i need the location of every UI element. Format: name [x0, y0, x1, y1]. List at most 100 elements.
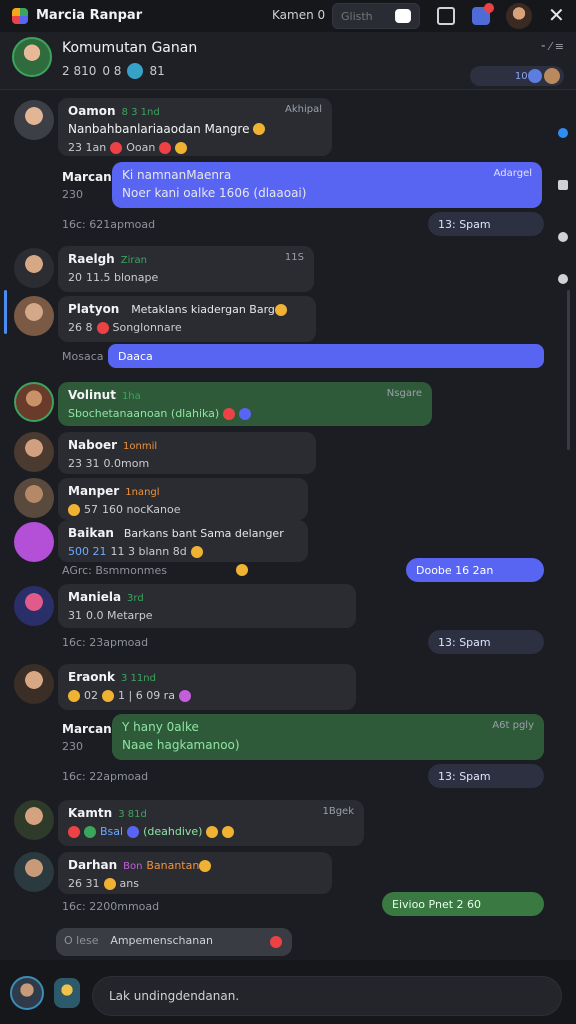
avatar[interactable]	[14, 382, 54, 422]
author-tag: 1onmil	[123, 441, 158, 452]
list-item[interactable]: Eraonk 3 11nd 02 1 | 6 09 ra	[58, 664, 356, 710]
channel-header: Komumutan Ganan 2 810 0 8 81 ⁃ ⁄ ≡ 101	[0, 32, 576, 90]
bot-avatar[interactable]	[54, 978, 80, 1008]
reaction-icon[interactable]	[175, 141, 188, 154]
emoji-icon	[222, 825, 235, 838]
reaction-icon[interactable]	[84, 825, 96, 838]
message-text: Banantan	[146, 859, 200, 872]
message-meta: 20	[68, 271, 82, 284]
message-meta: 57	[84, 503, 98, 516]
system-line: 16c: 22apmoad	[62, 770, 149, 783]
avatar[interactable]	[14, 296, 54, 336]
list-item[interactable]: Oamon 8 3 1nd Akhipal Nanbahbanlariaaodan…	[58, 98, 332, 156]
avatar[interactable]	[14, 800, 54, 840]
message-meta: 02	[84, 689, 98, 702]
reply-pill[interactable]: 13: Spam	[428, 764, 544, 788]
list-item[interactable]: Raelgh Ziran 11S 20 11.5 blonape	[58, 246, 314, 292]
bubble-text: Naae hagkamanoo)	[122, 738, 240, 752]
message-time: 11S	[284, 252, 304, 263]
search-box[interactable]	[332, 3, 420, 29]
channel-avatar[interactable]	[12, 37, 52, 77]
pill-label: Daaca	[118, 349, 153, 363]
pill-label: Doobe 16 2an	[416, 563, 494, 577]
author-tag: 1nangl	[125, 487, 160, 498]
list-item[interactable]: Darhan Bon Banantan 26 31 ans	[58, 852, 332, 894]
reaction-icon[interactable]	[110, 141, 123, 154]
list-item[interactable]: Manper 1nangl 57 160 nocKanoe	[58, 478, 308, 520]
avatar[interactable]	[14, 100, 54, 140]
avatar[interactable]	[14, 852, 54, 892]
avatar[interactable]	[14, 478, 54, 518]
avatar[interactable]	[14, 664, 54, 704]
notifications-icon[interactable]	[472, 3, 494, 25]
message-text: Nanbahbanlariaaodan Mangre	[68, 122, 250, 136]
reaction-icon[interactable]	[127, 825, 140, 838]
message-text: 11.5 blonape	[86, 271, 159, 284]
emoji-icon	[103, 877, 116, 890]
header-pill[interactable]: 101	[470, 66, 564, 86]
reaction-icon[interactable]	[68, 825, 80, 838]
message-input[interactable]	[109, 989, 529, 1003]
emoji-icon	[206, 825, 219, 838]
bubble-title: Y hany 0alke	[122, 720, 199, 734]
inbox-icon[interactable]	[437, 7, 455, 25]
highlighted-pill[interactable]: Daaca	[108, 344, 544, 368]
message-composer[interactable]	[92, 976, 562, 1016]
system-line: 16c: 2200mmoad	[62, 900, 160, 913]
reaction-icon[interactable]	[96, 321, 109, 334]
reaction-icon[interactable]	[239, 407, 252, 420]
message-text: 160 nocKanoe	[102, 503, 181, 516]
message-text: 1 | 6 09 ra	[118, 689, 175, 702]
header-actions[interactable]: ⁃ ⁄ ≡	[540, 40, 564, 53]
author-name: Marcan	[62, 170, 112, 184]
reply-pill[interactable]: Eivioo Pnet 2 60	[382, 892, 544, 916]
message-time: Nsgare	[386, 388, 422, 399]
tab-kamen[interactable]: Kamen 0	[272, 8, 325, 22]
user-avatar[interactable]	[10, 976, 44, 1010]
typing-indicator: O lese Ampemenschanan	[56, 928, 292, 956]
bubble-title: Ki namnanMaenra	[122, 168, 232, 182]
reaction-icon[interactable]	[223, 407, 236, 420]
highlighted-message[interactable]: Ki namnanMaenra Noer kani oalke 1606 (dl…	[112, 162, 542, 208]
avatar[interactable]	[14, 248, 54, 288]
reply-pill[interactable]: 13: Spam	[428, 630, 544, 654]
list-item[interactable]: Y hany 0alke Naae hagkamanoo) A6t pgly	[112, 714, 544, 760]
notification-badge	[484, 3, 494, 13]
system-line: 16c: 621apmoad	[62, 218, 156, 231]
author-name: Mosaca	[62, 350, 104, 363]
message-meta: 26 31	[68, 877, 100, 890]
scrollbar[interactable]	[567, 290, 570, 450]
close-icon[interactable]: ✕	[548, 4, 565, 26]
stop-icon[interactable]	[270, 936, 282, 948]
message-text: 0.0mom	[103, 457, 150, 470]
author-tag: Bon	[123, 861, 143, 872]
author-tag: 1ha	[121, 391, 141, 402]
list-item[interactable]: Maniela 3rd 31 0.0 Metarpe	[58, 584, 356, 628]
message-text: 0.0 Metarpe	[86, 609, 153, 622]
search-icon[interactable]	[395, 9, 411, 23]
author-tag: 3 81d	[118, 809, 147, 820]
typing-label: O lese	[64, 934, 99, 947]
composer-bar	[0, 960, 576, 1024]
list-item[interactable]: Naboer 1onmil 23 31 0.0mom	[58, 432, 316, 474]
stat-count: 81	[149, 64, 165, 78]
message-time: Akhipal	[284, 104, 322, 115]
emoji-icon	[253, 123, 266, 135]
list-item[interactable]: Kamtn 3 81d 1Bgek Bsal (deahdive)	[58, 800, 364, 846]
reply-pill[interactable]: 13: Spam	[428, 212, 544, 236]
avatar[interactable]	[14, 432, 54, 472]
list-item[interactable]: Volinut 1ha Nsgare Sbochetanaanoan (dlahi…	[58, 382, 432, 426]
search-input[interactable]	[341, 9, 397, 23]
avatar[interactable]	[14, 522, 54, 562]
list-item[interactable]: Baikan Barkans bant Sama delanger 500 21…	[58, 520, 308, 562]
reply-pill[interactable]: Doobe 16 2an	[406, 558, 544, 582]
message-text2: Songlonnare	[112, 321, 182, 334]
avatar[interactable]	[14, 586, 54, 626]
author-tag: 3rd	[127, 593, 144, 604]
list-item[interactable]: Platyon Metaklans kiadergan Barg 26 8 Son…	[58, 296, 316, 342]
pill-label: 13: Spam	[438, 635, 491, 649]
message-text: Barkans bant Sama delanger	[123, 527, 284, 540]
user-avatar[interactable]	[506, 3, 532, 29]
author-name: Platyon	[68, 302, 120, 316]
reaction-icon[interactable]	[159, 141, 172, 154]
